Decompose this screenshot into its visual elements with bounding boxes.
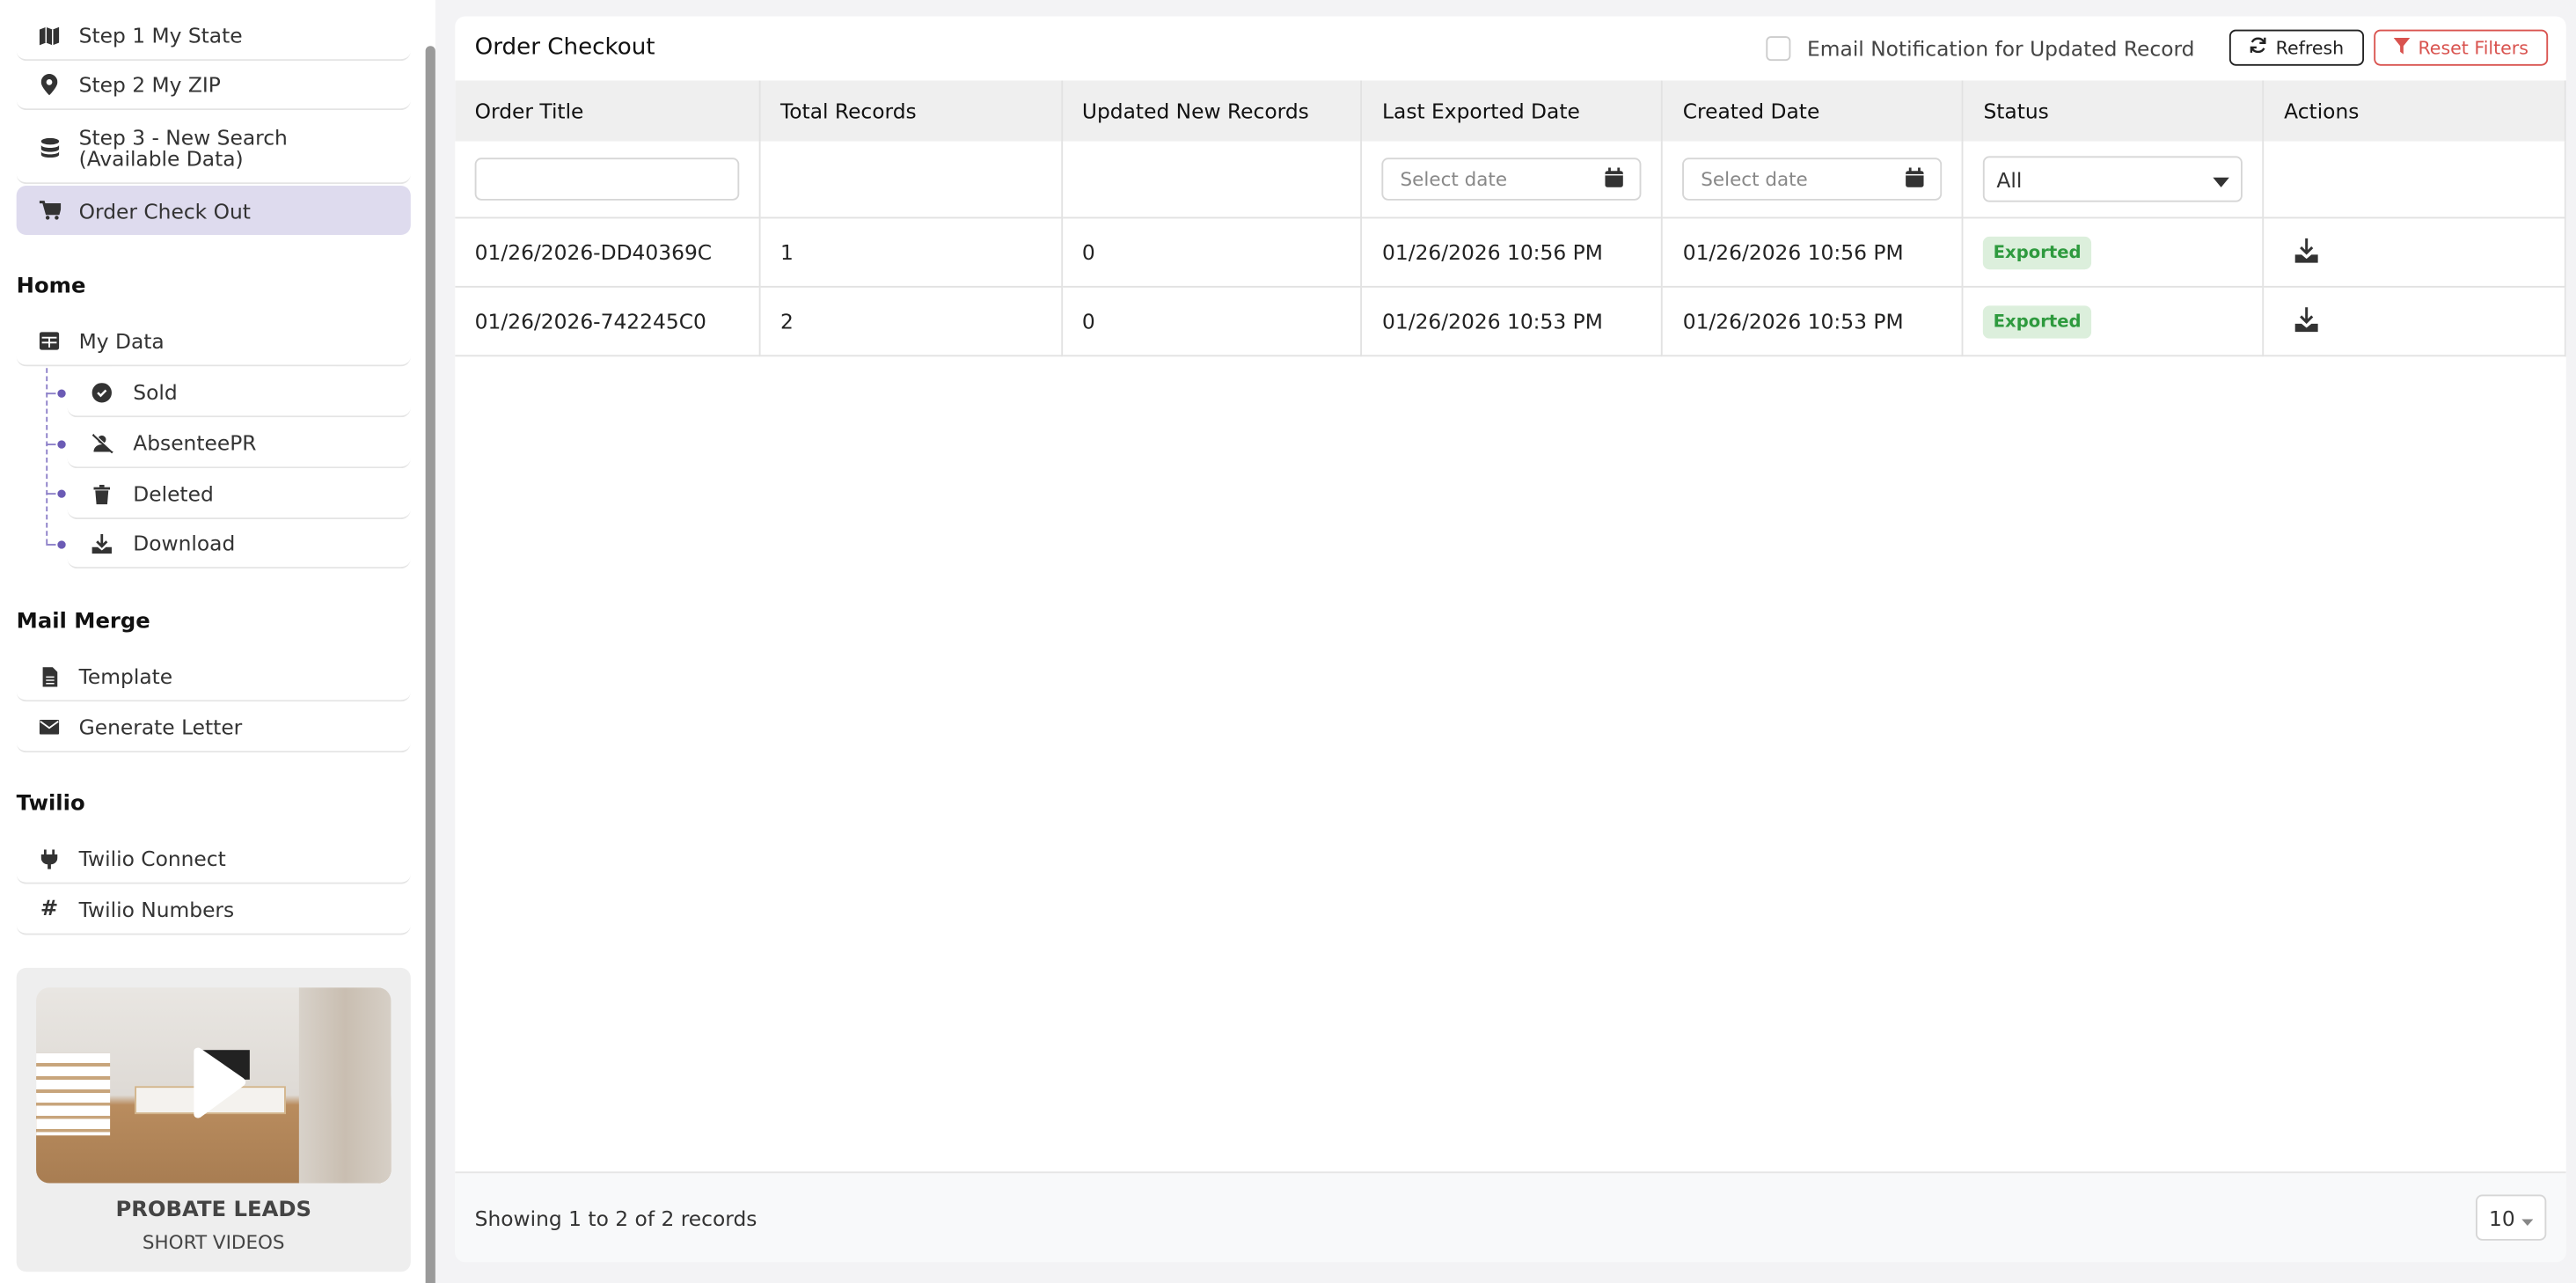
section-heading-twilio: Twilio	[16, 792, 85, 817]
status-badge: Exported	[1983, 304, 2091, 338]
tree-dot	[57, 440, 66, 449]
section-heading-mail-merge: Mail Merge	[16, 609, 150, 634]
envelope-icon	[17, 719, 79, 735]
tree-dot	[57, 389, 66, 398]
tree-dot	[57, 489, 66, 498]
map-pin-icon	[17, 74, 79, 96]
created-date-filter[interactable]: Select date	[1682, 158, 1943, 201]
reset-filters-button[interactable]: Reset Filters	[2374, 29, 2549, 66]
sidebar-item-sold[interactable]: Sold	[67, 368, 411, 418]
filter-icon	[2393, 37, 2411, 58]
status-filter-select[interactable]: All	[1983, 156, 2243, 202]
calendar-icon	[1605, 166, 1624, 192]
column-header[interactable]: Order Title	[455, 80, 761, 142]
table-header: Order Title Total Records Updated New Re…	[455, 80, 2566, 142]
download-icon[interactable]	[2295, 237, 2319, 267]
check-circle-icon	[68, 382, 134, 402]
sidebar-item-step2[interactable]: Step 2 My ZIP	[16, 61, 411, 111]
download-icon	[68, 532, 134, 554]
cart-icon	[17, 201, 79, 220]
map-icon	[17, 26, 79, 45]
column-header[interactable]: Last Exported Date	[1361, 80, 1664, 142]
trash-icon	[68, 483, 134, 504]
database-icon	[17, 136, 79, 158]
caret-down-icon	[2521, 1206, 2534, 1230]
sidebar-item-my-data[interactable]: My Data	[16, 317, 411, 367]
sidebar-item-step1[interactable]: Step 1 My State	[16, 11, 411, 62]
sidebar-item-absenteepr[interactable]: AbsenteePR	[67, 419, 411, 469]
column-header[interactable]: Updated New Records	[1061, 80, 1363, 142]
table-row: 01/26/2026-742245C0 2 0 01/26/2026 10:53…	[455, 286, 2566, 357]
sidebar-item-generate-letter[interactable]: Generate Letter	[16, 703, 411, 753]
play-icon	[194, 1047, 246, 1118]
plug-icon	[17, 848, 79, 869]
records-summary: Showing 1 to 2 of 2 records	[474, 1206, 757, 1231]
video-subtitle: SHORT VIDEOS	[142, 1230, 285, 1254]
page-size-select[interactable]: 10	[2476, 1194, 2547, 1241]
sidebar-scrollbar[interactable]	[425, 46, 435, 1283]
user-slash-icon	[68, 433, 134, 453]
sidebar-item-download[interactable]: Download	[67, 519, 411, 569]
table-footer: Showing 1 to 2 of 2 records 10	[455, 1171, 2566, 1263]
sidebar: Step 1 My State Step 2 My ZIP Step 3 - N…	[0, 0, 435, 1283]
email-notification-checkbox[interactable]	[1766, 36, 1791, 62]
download-icon[interactable]	[2295, 306, 2319, 336]
order-checkout-card: Order Checkout Email Notification for Up…	[455, 16, 2566, 1263]
sidebar-item-deleted[interactable]: Deleted	[67, 470, 411, 520]
sidebar-item-twilio-numbers[interactable]: # Twilio Numbers	[16, 885, 411, 935]
column-header[interactable]: Status	[1963, 80, 2265, 142]
hashtag-icon: #	[40, 897, 59, 922]
column-header[interactable]: Total Records	[759, 80, 1063, 142]
table-row: 01/26/2026-DD40369C 1 0 01/26/2026 10:56…	[455, 217, 2566, 288]
tree-line	[46, 368, 48, 545]
section-heading-home: Home	[16, 274, 86, 299]
status-badge: Exported	[1983, 235, 2091, 269]
order-title-filter-input[interactable]	[474, 158, 740, 201]
calendar-icon	[1906, 166, 1925, 192]
last-exported-date-filter[interactable]: Select date	[1382, 158, 1643, 201]
column-header: Actions	[2263, 80, 2566, 142]
sidebar-item-twilio-connect[interactable]: Twilio Connect	[16, 835, 411, 884]
sidebar-item-template[interactable]: Template	[16, 652, 411, 702]
sidebar-item-step3[interactable]: Step 3 - New Search (Available Data)	[16, 112, 411, 185]
video-title: PROBATE LEADS	[115, 1198, 312, 1223]
video-card[interactable]: PROBATE LEADS SHORT VIDEOS	[16, 967, 411, 1272]
page-title: Order Checkout	[474, 34, 655, 62]
video-thumbnail[interactable]	[36, 987, 392, 1184]
refresh-button[interactable]: Refresh	[2228, 29, 2365, 66]
filter-row: Select date Select date All	[455, 141, 2566, 219]
email-notification-label: Email Notification for Updated Record	[1807, 36, 2195, 62]
tree-dot	[57, 540, 66, 549]
file-icon	[17, 666, 79, 686]
sidebar-item-order-checkout[interactable]: Order Check Out	[16, 186, 411, 236]
refresh-icon	[2250, 36, 2268, 59]
table-icon	[17, 332, 79, 350]
caret-down-icon	[2213, 167, 2230, 192]
column-header[interactable]: Created Date	[1662, 80, 1965, 142]
orders-table: Order Title Total Records Updated New Re…	[455, 80, 2566, 357]
